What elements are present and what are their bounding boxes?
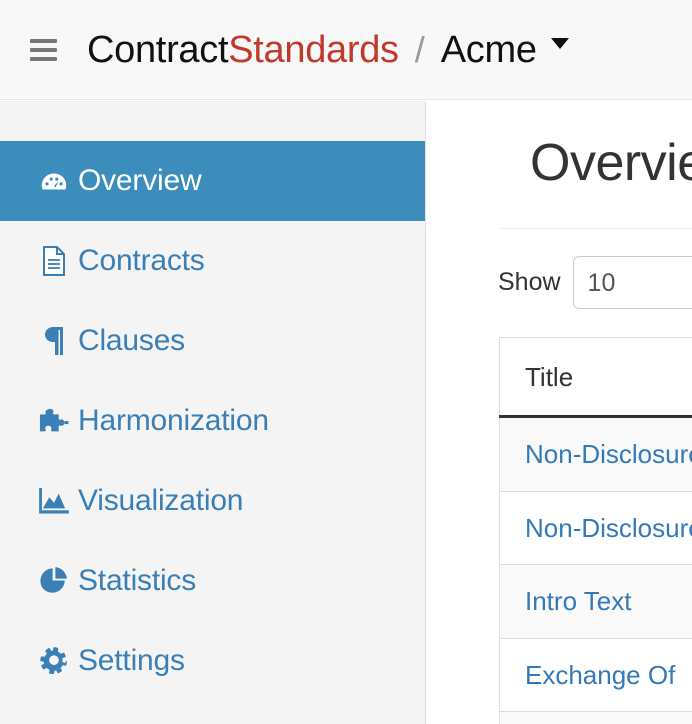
area-chart-icon <box>38 485 70 517</box>
row-title-link[interactable]: Non-Disclosure <box>525 513 692 543</box>
row-title-link[interactable]: Intro Text <box>525 586 631 616</box>
table-cell-title: Intro Text <box>499 564 692 639</box>
file-text-icon <box>38 245 70 277</box>
org-name-label: Acme <box>440 28 537 71</box>
sidebar-item-overview[interactable]: Overview <box>0 141 425 221</box>
sidebar-nav: Overview Contracts Clauses Harmonization… <box>0 101 426 724</box>
org-switcher[interactable]: Acme <box>441 31 569 69</box>
row-title-link[interactable]: Exchange Of <box>525 660 675 690</box>
overview-table: Title Non-Disclosure Non-Disclosure Intr… <box>499 337 692 724</box>
table-row[interactable]: Non-Disclosure <box>499 491 692 566</box>
main-content: Overview Show 10 Title Non-Disclosure <box>427 101 692 724</box>
sidebar-label-clauses: Clauses <box>78 324 185 357</box>
show-label: Show <box>498 268 561 296</box>
hamburger-icon[interactable] <box>30 38 57 61</box>
brand-secondary-text: Standards <box>228 28 399 71</box>
sidebar-item-harmonization[interactable]: Harmonization <box>0 381 425 461</box>
table-cell-title: Non-Disclosure <box>499 491 692 566</box>
table-row[interactable]: Exchange Of <box>499 638 692 713</box>
dashboard-icon <box>38 165 70 197</box>
table-row[interactable]: Intro Text <box>499 564 692 639</box>
sidebar-label-contracts: Contracts <box>78 244 205 277</box>
table-row[interactable]: Non-Disclosure <box>499 416 692 492</box>
sidebar-item-contracts[interactable]: Contracts <box>0 221 425 301</box>
table-cell-title: Non-Disclosure <box>499 416 692 492</box>
brand-logo[interactable]: Contract Standards <box>87 31 399 69</box>
sidebar-label-visualization: Visualization <box>78 484 244 517</box>
table-head: Title <box>499 337 692 418</box>
data-table-wrapper: Title Non-Disclosure Non-Disclosure Intr… <box>499 337 692 724</box>
puzzle-piece-icon <box>38 405 70 437</box>
hamburger-bar-1 <box>30 38 57 43</box>
sidebar-label-settings: Settings <box>78 644 185 677</box>
hamburger-bar-3 <box>30 56 57 61</box>
hamburger-bar-2 <box>30 47 57 52</box>
pie-chart-icon <box>38 565 70 597</box>
paragraph-icon <box>38 325 70 357</box>
breadcrumb-separator: / <box>414 28 425 70</box>
app-root: Contract Standards / Acme Overview Contr… <box>0 0 692 724</box>
page-length-select[interactable]: 10 <box>572 256 692 309</box>
table-body: Non-Disclosure Non-Disclosure Intro Text <box>499 416 692 724</box>
table-row[interactable] <box>499 711 692 724</box>
sidebar-label-overview: Overview <box>78 164 202 197</box>
column-header-title[interactable]: Title <box>499 337 692 418</box>
title-divider <box>500 228 692 229</box>
brand-primary-text: Contract <box>87 28 229 71</box>
sidebar-label-statistics: Statistics <box>78 564 197 597</box>
table-length-control: Show 10 <box>498 256 692 309</box>
row-title-link[interactable]: Non-Disclosure <box>525 439 692 469</box>
caret-down-icon <box>550 38 569 49</box>
sidebar-label-harmonization: Harmonization <box>78 404 269 437</box>
sidebar-item-clauses[interactable]: Clauses <box>0 301 425 381</box>
gear-icon <box>38 645 70 677</box>
table-cell-title: Exchange Of <box>499 638 692 713</box>
sidebar-item-statistics[interactable]: Statistics <box>0 541 425 621</box>
page-title: Overview <box>530 134 692 192</box>
top-navbar: Contract Standards / Acme <box>0 0 692 100</box>
table-header-row: Title <box>499 337 692 418</box>
sidebar-item-visualization[interactable]: Visualization <box>0 461 425 541</box>
sidebar-item-settings[interactable]: Settings <box>0 621 425 701</box>
table-cell-title <box>499 711 692 724</box>
